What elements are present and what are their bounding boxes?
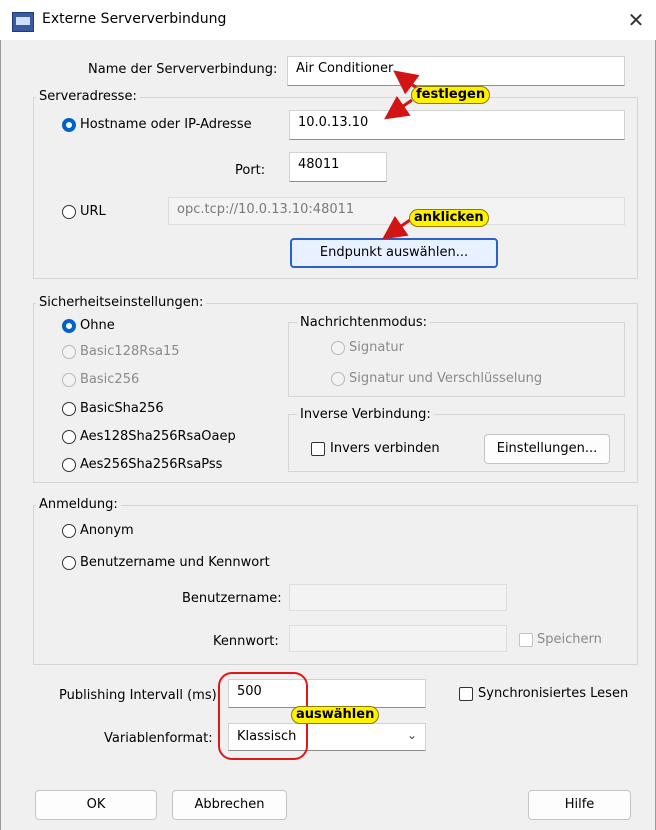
annotation-click: anklicken xyxy=(409,209,489,227)
annotation-set: festlegen xyxy=(411,86,491,104)
arrow-to-hostname xyxy=(384,95,413,120)
annotation-select: auswählen xyxy=(291,706,380,724)
arrow-to-endpoint xyxy=(382,215,411,240)
